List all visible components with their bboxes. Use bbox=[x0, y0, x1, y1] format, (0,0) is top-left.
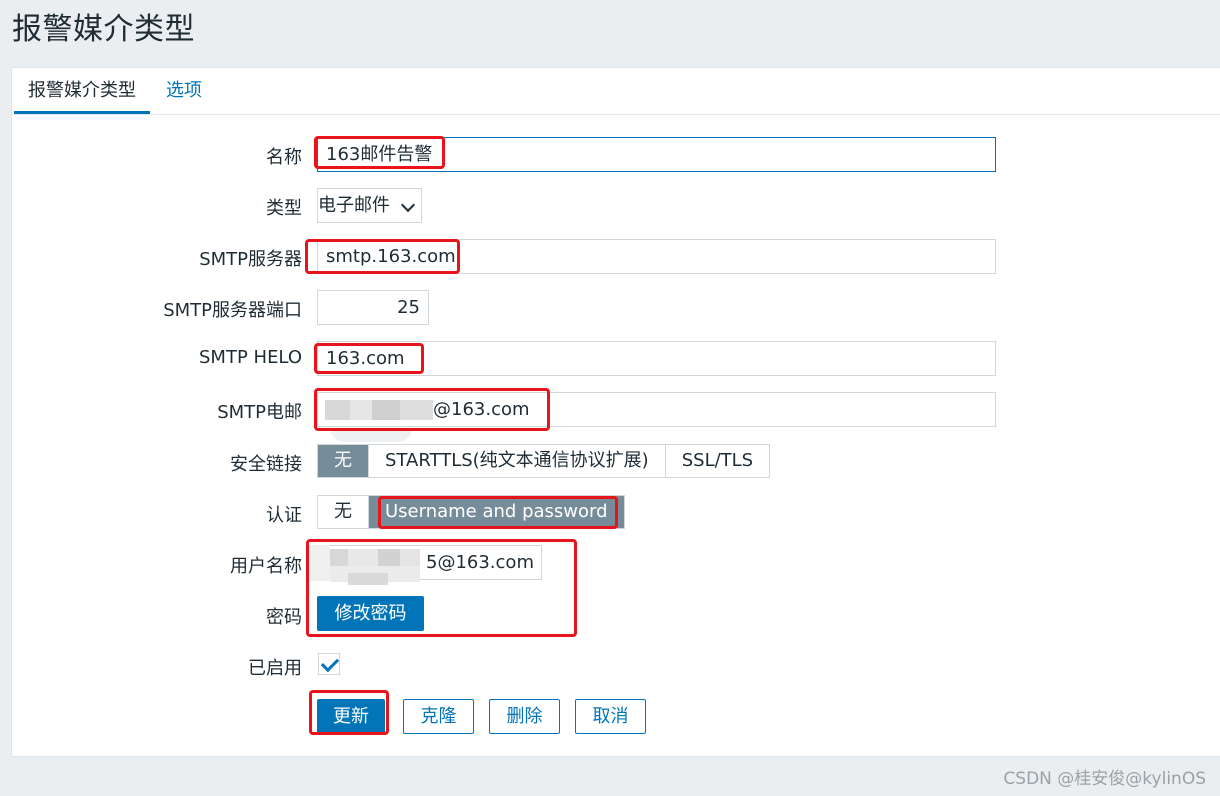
page-title: 报警媒介类型 bbox=[12, 12, 195, 47]
security-label: 安全链接 bbox=[230, 454, 302, 475]
smtp-email-label: SMTP电邮 bbox=[217, 402, 302, 423]
smtp-helo-label: SMTP HELO bbox=[199, 347, 302, 368]
type-select[interactable]: 电子邮件 bbox=[317, 188, 422, 223]
type-select-value: 电子邮件 bbox=[318, 195, 390, 216]
name-label: 名称 bbox=[266, 147, 302, 168]
auth-option-username-password[interactable]: Username and password bbox=[369, 496, 624, 528]
auth-option-none[interactable]: 无 bbox=[318, 496, 369, 528]
chevron-down-icon bbox=[400, 197, 416, 213]
username-label: 用户名称 bbox=[230, 556, 302, 577]
security-option-none[interactable]: 无 bbox=[318, 445, 369, 477]
smtp-port-label: SMTP服务器端口 bbox=[163, 300, 302, 321]
tab-media-type[interactable]: 报警媒介类型 bbox=[14, 68, 150, 114]
type-label: 类型 bbox=[266, 198, 302, 219]
tab-bar: 报警媒介类型 选项 bbox=[12, 68, 1220, 115]
change-password-button[interactable]: 修改密码 bbox=[317, 596, 424, 631]
smtp-helo-input[interactable]: 163.com bbox=[317, 341, 996, 376]
security-option-ssl-tls[interactable]: SSL/TLS bbox=[666, 445, 769, 477]
checkmark-icon bbox=[320, 653, 340, 673]
watermark: CSDN @桂安俊@kylinOS bbox=[1003, 769, 1206, 789]
username-input[interactable]: 5@163.com bbox=[317, 545, 542, 580]
security-option-starttls[interactable]: STARTTLS(纯文本通信协议扩展) bbox=[369, 445, 666, 477]
password-label: 密码 bbox=[266, 607, 302, 628]
enabled-label: 已启用 bbox=[248, 658, 302, 679]
security-segmented-control: 无 STARTTLS(纯文本通信协议扩展) SSL/TLS bbox=[317, 444, 771, 478]
name-input[interactable]: 163邮件告警 bbox=[317, 137, 996, 172]
smtp-email-input[interactable]: @163.com bbox=[317, 392, 996, 427]
update-button[interactable]: 更新 bbox=[317, 699, 385, 734]
smtp-port-input[interactable]: 25 bbox=[317, 290, 429, 325]
smtp-server-label: SMTP服务器 bbox=[199, 249, 302, 270]
smtp-server-input[interactable]: smtp.163.com bbox=[317, 239, 996, 274]
delete-button[interactable]: 删除 bbox=[489, 699, 560, 734]
auth-segmented-control: 无 Username and password bbox=[317, 495, 625, 529]
tab-options[interactable]: 选项 bbox=[152, 68, 216, 114]
clone-button[interactable]: 克隆 bbox=[403, 699, 474, 734]
enabled-checkbox[interactable] bbox=[318, 653, 340, 675]
cancel-button[interactable]: 取消 bbox=[575, 699, 646, 734]
auth-label: 认证 bbox=[266, 505, 302, 526]
